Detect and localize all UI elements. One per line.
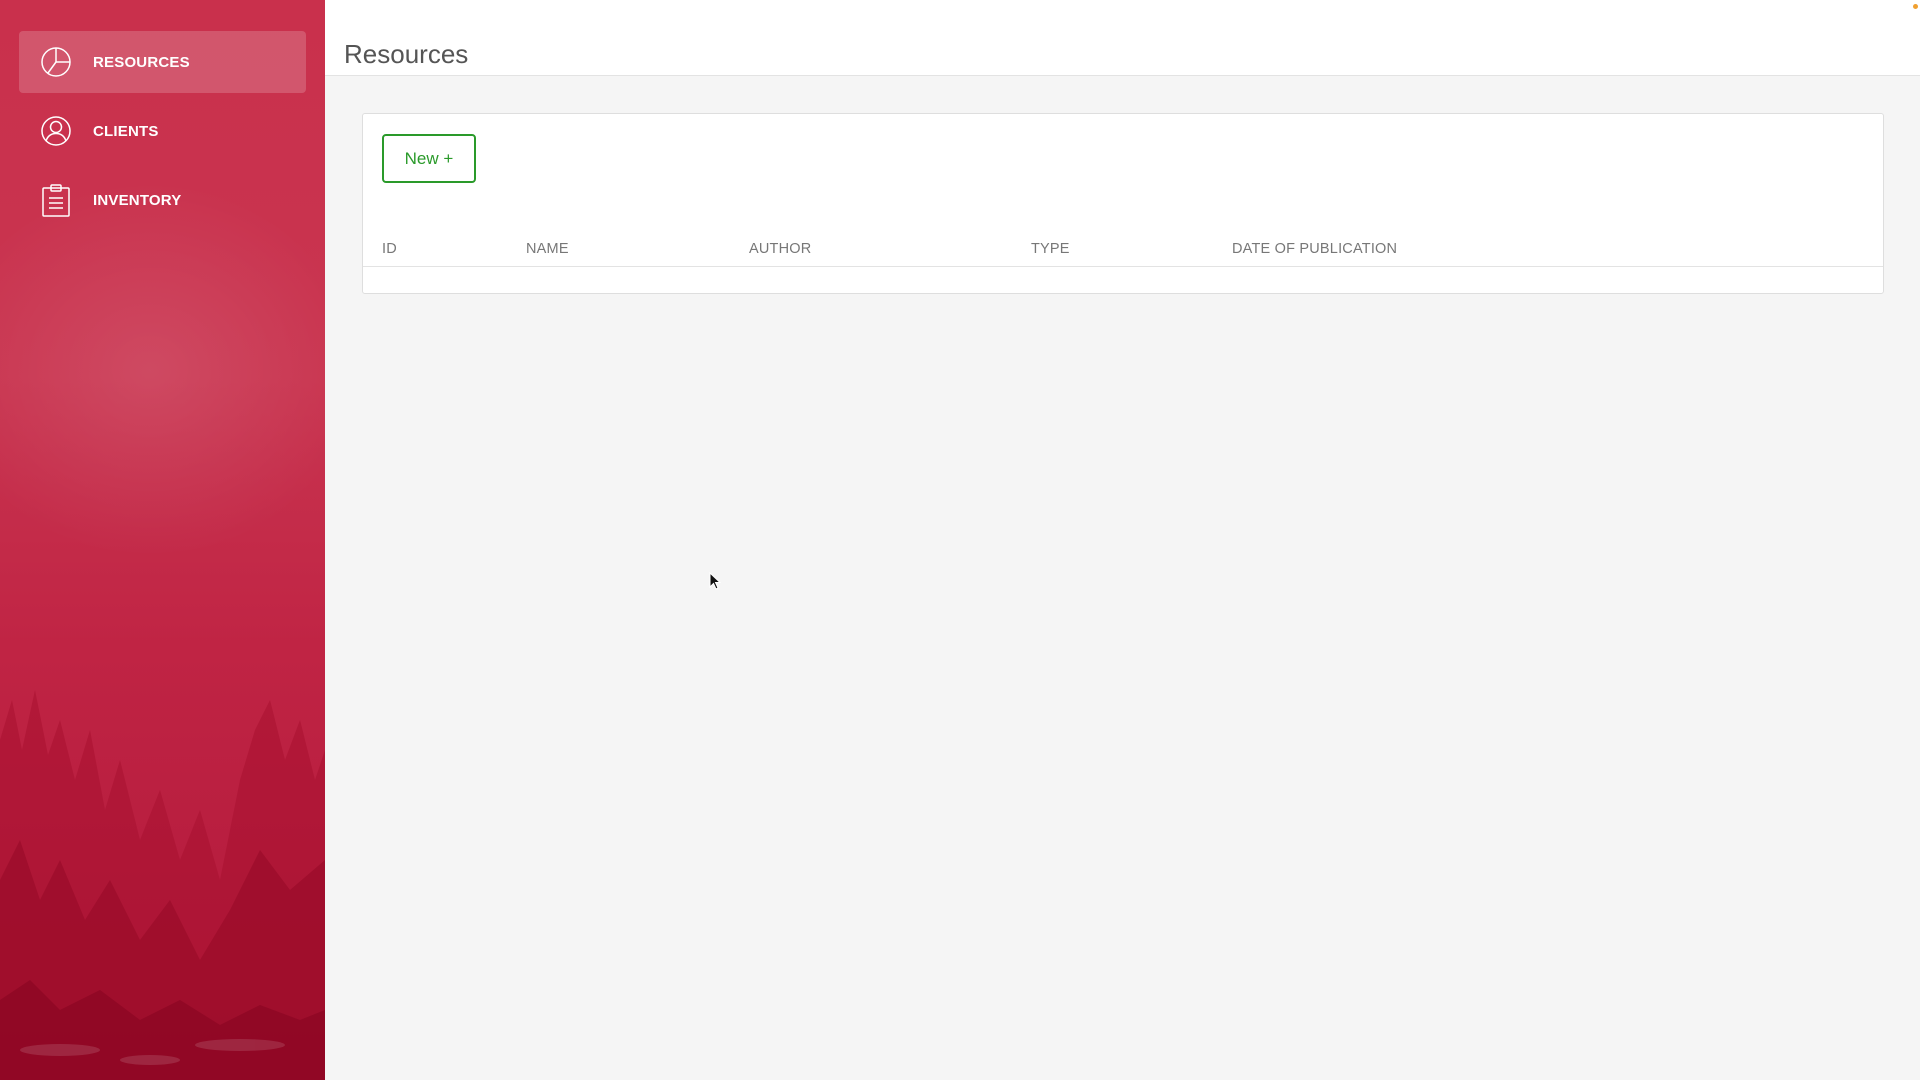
column-header-id[interactable]: ID xyxy=(382,241,397,257)
page-header: Resources xyxy=(325,0,1920,76)
status-dot xyxy=(1913,4,1918,9)
table-body xyxy=(363,267,1883,293)
sidebar-item-resources[interactable]: RESOURCES xyxy=(19,31,306,93)
app: RESOURCES CLIENTS INVENTORY Resources Ne… xyxy=(0,0,1920,1080)
forest-background-image xyxy=(0,690,325,1080)
resources-card: New + ID NAME AUTHOR TYPE DATE OF PUBLIC… xyxy=(362,113,1884,294)
sidebar-item-label: INVENTORY xyxy=(93,191,182,209)
page-title: Resources xyxy=(344,39,469,70)
clipboard-icon xyxy=(39,183,73,217)
mouse-cursor-icon xyxy=(709,572,721,590)
column-header-author[interactable]: AUTHOR xyxy=(749,241,811,257)
column-header-date-of-publication[interactable]: DATE OF PUBLICATION xyxy=(1232,241,1397,257)
new-resource-button[interactable]: New + xyxy=(382,134,476,183)
user-icon xyxy=(39,114,73,148)
column-header-type[interactable]: TYPE xyxy=(1031,241,1070,257)
column-header-name[interactable]: NAME xyxy=(526,241,569,257)
sidebar: RESOURCES CLIENTS INVENTORY xyxy=(0,0,325,1080)
sidebar-item-label: RESOURCES xyxy=(93,53,190,71)
sidebar-item-inventory[interactable]: INVENTORY xyxy=(19,169,306,231)
table-header: ID NAME AUTHOR TYPE DATE OF PUBLICATION xyxy=(363,226,1883,267)
sidebar-nav: RESOURCES CLIENTS INVENTORY xyxy=(19,31,306,238)
sidebar-item-clients[interactable]: CLIENTS xyxy=(19,100,306,162)
pie-chart-icon xyxy=(39,45,73,79)
sidebar-item-label: CLIENTS xyxy=(93,122,159,140)
